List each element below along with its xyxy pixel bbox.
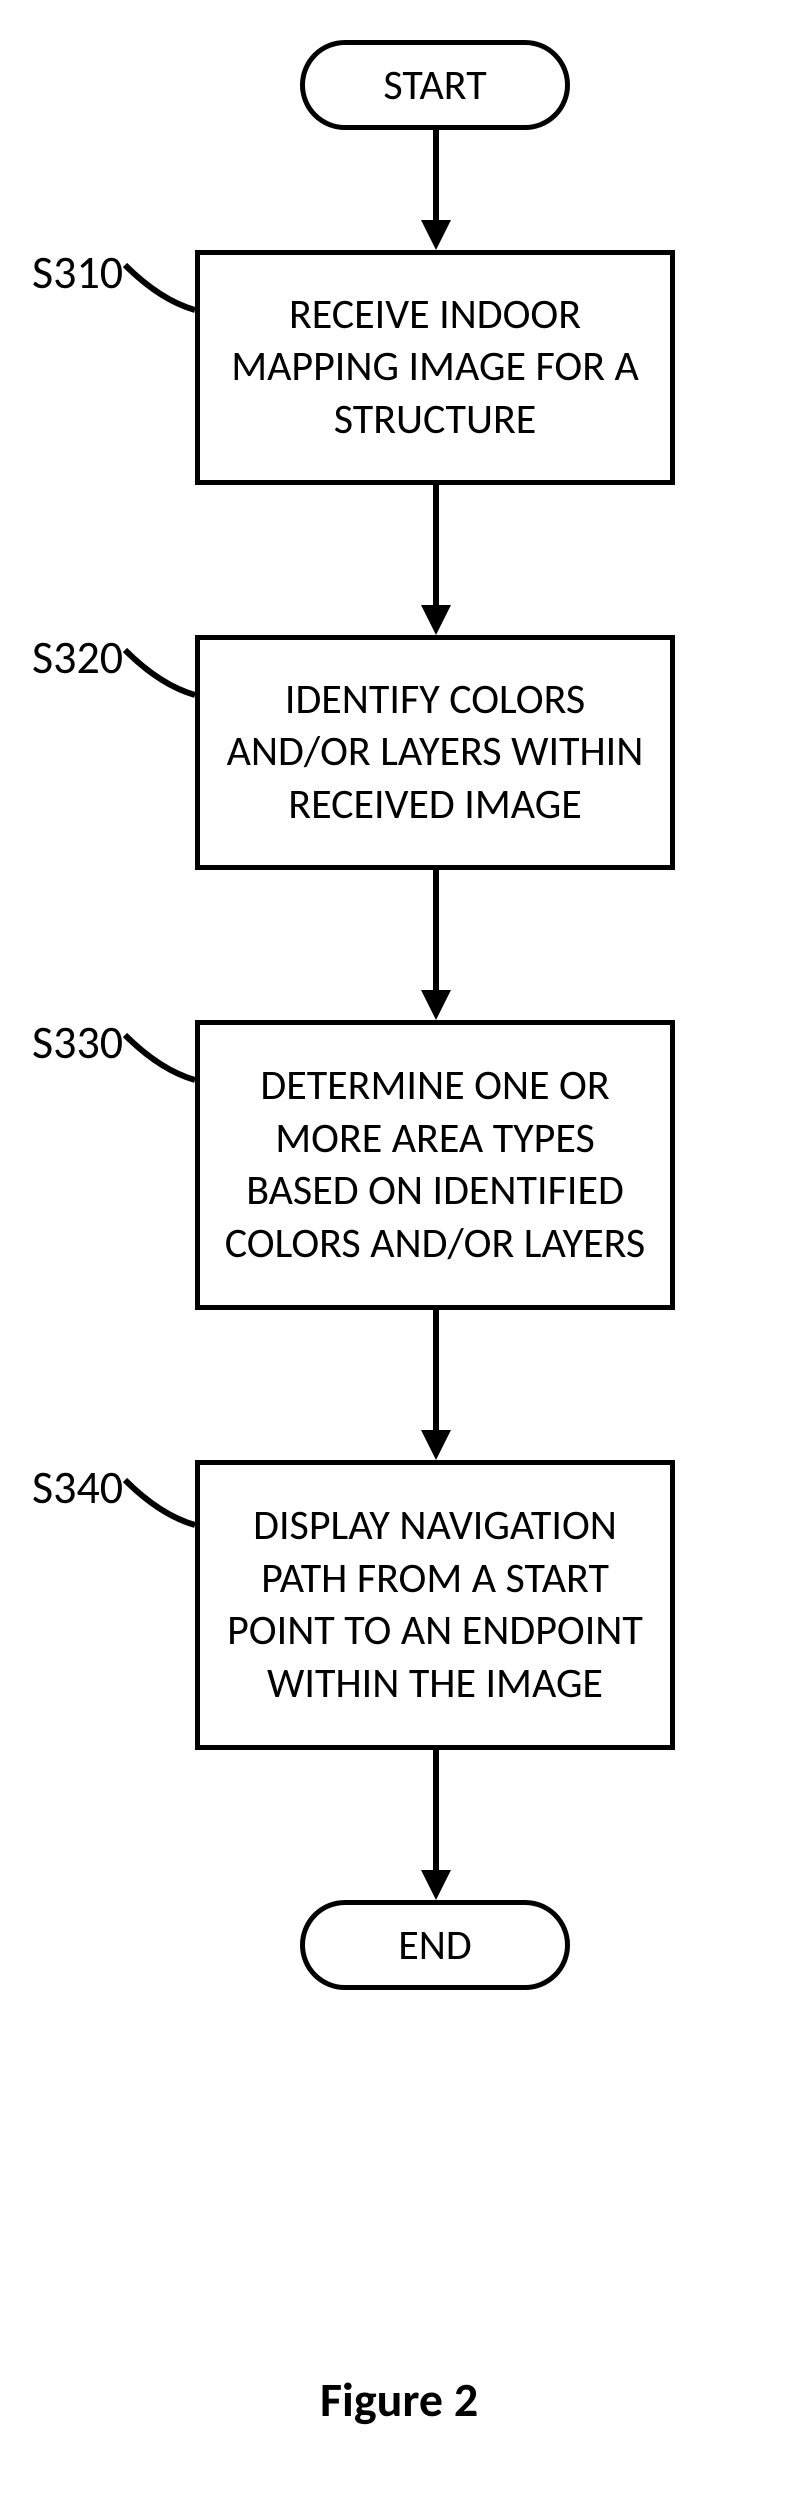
label-s310: S310 [32, 245, 123, 301]
process-s340: DISPLAY NAVIGATION PATH FROM A START POI… [195, 1460, 675, 1750]
start-terminator: START [300, 40, 570, 130]
arrow-s330-to-s340 [430, 1310, 442, 1460]
label-s320: S320 [32, 630, 123, 686]
arrow-s320-to-s330 [430, 870, 442, 1020]
process-s320: IDENTIFY COLORS AND/OR LAYERS WITHIN REC… [195, 635, 675, 870]
process-s310: RECEIVE INDOOR MAPPING IMAGE FOR A STRUC… [195, 250, 675, 485]
leader-s340 [120, 1470, 200, 1540]
arrow-s340-to-end [430, 1750, 442, 1900]
leader-s330 [120, 1025, 200, 1095]
process-s330: DETERMINE ONE OR MORE AREA TYPES BASED O… [195, 1020, 675, 1310]
arrow-s310-to-s320 [430, 485, 442, 635]
end-terminator: END [300, 1900, 570, 1990]
leader-s320 [120, 640, 200, 710]
flowchart-canvas: START RECEIVE INDOOR MAPPING IMAGE FOR A… [0, 0, 804, 2518]
process-s340-text: DISPLAY NAVIGATION PATH FROM A START POI… [220, 1500, 650, 1710]
leader-s310 [120, 255, 200, 325]
process-s310-text: RECEIVE INDOOR MAPPING IMAGE FOR A STRUC… [220, 289, 650, 447]
arrow-start-to-s310 [430, 130, 442, 250]
start-label: START [383, 60, 486, 111]
process-s330-text: DETERMINE ONE OR MORE AREA TYPES BASED O… [220, 1060, 650, 1270]
label-s330: S330 [32, 1015, 123, 1071]
label-s340: S340 [32, 1460, 123, 1516]
figure-caption: Figure 2 [320, 2370, 478, 2429]
end-label: END [398, 1920, 471, 1971]
process-s320-text: IDENTIFY COLORS AND/OR LAYERS WITHIN REC… [220, 674, 650, 832]
